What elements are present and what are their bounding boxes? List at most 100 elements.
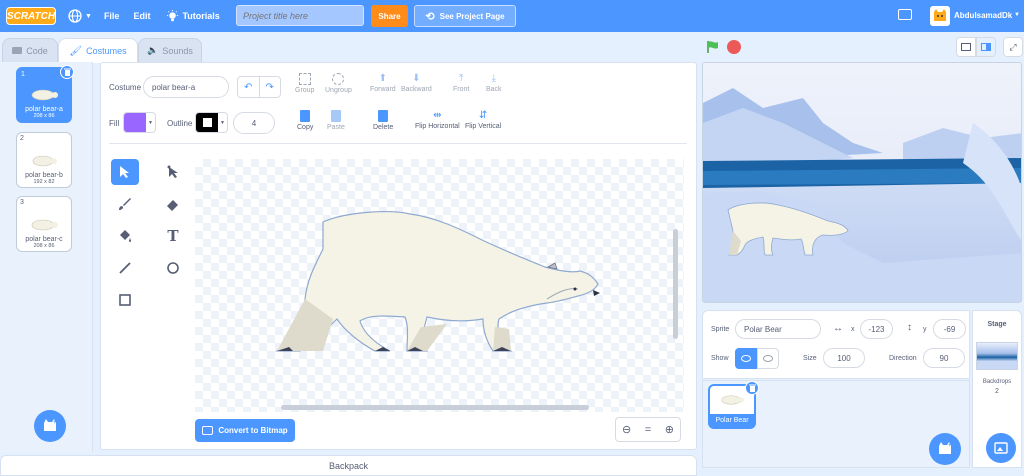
speaker-icon: 🔈 <box>147 45 159 55</box>
costume-thumbnail <box>31 89 58 101</box>
flip-horizontal-button[interactable]: ⇹ Flip Horizontal <box>415 110 460 130</box>
costume-name-input[interactable]: polar bear-a <box>143 76 229 98</box>
stage-selector[interactable]: Stage Backdrops 2 <box>972 310 1022 468</box>
copy-icon <box>300 110 311 122</box>
paste-label: Paste <box>327 124 345 131</box>
large-stage-button[interactable] <box>976 37 996 57</box>
reshape-tool[interactable] <box>159 159 187 185</box>
account-chevron-down-icon[interactable]: ▼ <box>1014 12 1020 18</box>
undo-icon[interactable]: ↶ <box>238 77 260 97</box>
green-flag-icon[interactable] <box>706 40 720 56</box>
see-project-page-button[interactable]: ⟲ See Project Page <box>414 5 516 27</box>
tab-costumes[interactable]: 🖌 Costumes <box>58 38 138 63</box>
paintbrush-icon: 🖌 <box>69 45 83 57</box>
choose-costume-button[interactable]: + <box>34 410 66 442</box>
brush-tool[interactable] <box>111 191 139 217</box>
size-input[interactable]: 100 <box>823 348 865 368</box>
show-visible-button[interactable] <box>735 348 757 369</box>
large-stage-icon <box>981 43 991 51</box>
costume-name: polar bear-a <box>25 106 63 113</box>
paint-editor: Costume polar bear-a ↶ ↷ Group Ungroup ⬆… <box>100 62 697 450</box>
y-position-input[interactable]: -69 <box>933 319 966 339</box>
chevron-down-icon: ▼ <box>220 119 225 126</box>
lightbulb-icon <box>167 9 179 21</box>
zoom-in-icon[interactable]: ⊕ <box>659 418 680 441</box>
costume-item[interactable]: 2 polar bear-b 192 x 82 <box>16 132 72 188</box>
paste-button[interactable]: Paste <box>327 110 345 131</box>
group-button[interactable]: Group <box>295 73 314 94</box>
circle-tool[interactable] <box>159 255 187 281</box>
forward-button[interactable]: ⬆ Forward <box>370 73 396 93</box>
vertical-scrollbar[interactable] <box>673 229 678 339</box>
outline-swatch <box>196 113 218 132</box>
costume-item[interactable]: 3 polar bear-c 208 x 86 <box>16 196 72 252</box>
rectangle-tool[interactable] <box>111 287 139 313</box>
outline-color-picker[interactable]: ▼ <box>195 112 228 133</box>
project-title-input[interactable] <box>236 5 364 26</box>
my-stuff-folder-icon[interactable] <box>898 9 912 20</box>
costume-index: 2 <box>20 135 24 142</box>
fill-tool[interactable] <box>111 223 139 249</box>
x-position-input[interactable]: -123 <box>860 319 893 339</box>
chevron-down-icon: ▼ <box>85 12 92 20</box>
convert-to-bitmap-button[interactable]: Convert to Bitmap <box>195 419 295 442</box>
small-stage-icon <box>961 43 971 51</box>
tab-sounds-label: Sounds <box>162 45 193 56</box>
tab-costumes-label: Costumes <box>86 46 127 56</box>
show-hidden-button[interactable] <box>757 348 779 369</box>
fill-color-picker[interactable]: ▼ <box>123 112 156 133</box>
text-tool[interactable]: T <box>159 223 187 249</box>
front-icon: ⤒ <box>458 73 464 84</box>
convert-label: Convert to Bitmap <box>218 426 288 435</box>
outline-label: Outline <box>167 119 193 128</box>
file-menu[interactable]: File <box>104 11 120 21</box>
stop-icon[interactable] <box>727 40 741 54</box>
flip-vertical-button[interactable]: ⇵ Flip Vertical <box>465 110 501 130</box>
line-icon <box>119 262 131 274</box>
paint-canvas[interactable] <box>195 159 684 412</box>
scratch-logo[interactable]: SCRATCH <box>6 7 56 25</box>
copy-button[interactable]: Copy <box>297 110 313 131</box>
small-stage-button[interactable] <box>956 37 976 57</box>
ungroup-icon <box>332 73 345 85</box>
code-icon <box>12 47 23 54</box>
redo-icon[interactable]: ↷ <box>260 77 281 97</box>
backward-button[interactable]: ⬇ Backward <box>401 73 432 93</box>
tab-code[interactable]: Code <box>2 38 58 62</box>
language-menu[interactable]: ▼ <box>68 9 92 23</box>
eye-slash-icon <box>763 355 773 362</box>
costume-label: Costume <box>109 83 142 92</box>
backward-icon: ⬇ <box>412 73 421 84</box>
y-label: y <box>923 326 927 333</box>
choose-backdrop-button[interactable] <box>986 433 1016 463</box>
backpack[interactable]: Backpack <box>0 455 697 476</box>
delete-button[interactable]: Delete <box>373 110 393 131</box>
username[interactable]: AbdulsamadDk <box>954 11 1012 20</box>
stage-canvas[interactable] <box>702 62 1022 303</box>
fullscreen-button[interactable]: ⤢ <box>1003 37 1023 57</box>
sprite-name-input[interactable]: Polar Bear <box>735 319 821 339</box>
direction-input[interactable]: 90 <box>923 348 965 368</box>
horizontal-scrollbar[interactable] <box>281 405 589 410</box>
delete-costume-trash-icon[interactable] <box>60 65 74 79</box>
outline-width-input[interactable]: 4 <box>233 112 275 134</box>
line-tool[interactable] <box>111 255 139 281</box>
share-button[interactable]: Share <box>371 5 408 27</box>
zoom-reset-icon[interactable]: = <box>637 418 658 441</box>
choose-sprite-button[interactable]: + <box>929 433 961 465</box>
tutorials-menu[interactable]: Tutorials <box>166 9 220 23</box>
costume-list: 1 polar bear-a 208 x 86 2 polar bear-b 1… <box>0 62 93 452</box>
costume-index: 1 <box>21 71 25 78</box>
select-tool[interactable] <box>111 159 139 185</box>
edit-menu[interactable]: Edit <box>133 11 150 21</box>
ungroup-button[interactable]: Ungroup <box>325 73 352 94</box>
front-button[interactable]: ⤒ Front <box>453 73 469 93</box>
flip-horizontal-icon: ⇹ <box>433 110 442 121</box>
tab-sounds[interactable]: 🔈 Sounds <box>138 38 202 62</box>
delete-sprite-trash-icon[interactable] <box>745 381 759 395</box>
zoom-out-icon[interactable]: ⊖ <box>616 418 637 441</box>
forward-label: Forward <box>370 86 396 93</box>
back-button[interactable]: ⤓ Back <box>486 73 502 93</box>
avatar[interactable] <box>930 6 950 26</box>
eraser-tool[interactable] <box>159 191 187 217</box>
